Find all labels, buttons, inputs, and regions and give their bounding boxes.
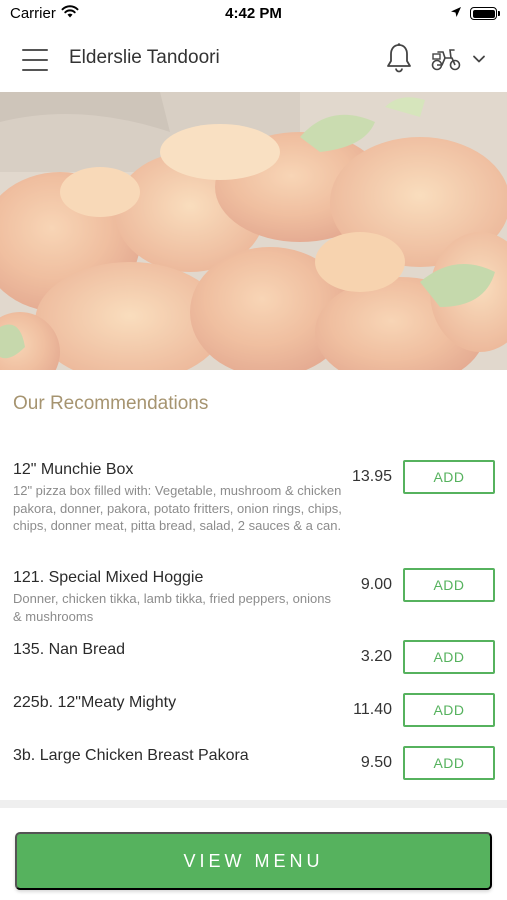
item-name: 135. Nan Bread	[13, 641, 126, 658]
item-description: Donner, chicken tikka, lamb tikka, fried…	[13, 591, 331, 624]
hamburger-menu-icon[interactable]	[22, 49, 48, 71]
add-button[interactable]: ADD	[403, 460, 495, 494]
item-name: 3b. Large Chicken Breast Pakora	[13, 747, 249, 764]
item-price: 11.40	[353, 701, 392, 718]
status-bar: Carrier 4:42 PM	[0, 0, 507, 28]
chevron-down-icon[interactable]	[471, 52, 487, 66]
item-price: 9.50	[360, 754, 392, 771]
item-name: 225b. 12"Meaty Mighty	[13, 694, 177, 711]
bell-icon[interactable]	[385, 42, 413, 74]
view-menu-button[interactable]: VIEW MENU	[15, 832, 492, 890]
status-right	[450, 5, 500, 22]
hero-food-image	[0, 92, 507, 370]
bottom-bar: VIEW MENU	[0, 808, 507, 900]
add-button[interactable]: ADD	[403, 746, 495, 780]
item-price: 13.95	[351, 468, 392, 485]
item-name: 121. Special Mixed Hoggie	[13, 569, 204, 586]
section-title-recommendations: Our Recommendations	[13, 393, 209, 414]
battery-icon	[470, 7, 500, 20]
restaurant-title: Elderslie Tandoori	[69, 47, 220, 68]
status-time: 4:42 PM	[225, 5, 282, 22]
item-description: 12" pizza box filled with: Vegetable, mu…	[13, 483, 342, 533]
item-price: 9.00	[360, 576, 392, 593]
section-divider	[0, 800, 507, 808]
item-price: 3.20	[360, 648, 392, 665]
add-button[interactable]: ADD	[403, 693, 495, 727]
add-button[interactable]: ADD	[403, 640, 495, 674]
add-button[interactable]: ADD	[403, 568, 495, 602]
location-arrow-icon	[450, 5, 462, 22]
item-name: 12" Munchie Box	[13, 461, 134, 478]
moped-icon[interactable]	[430, 46, 462, 72]
app-header: Elderslie Tandoori	[0, 28, 507, 92]
